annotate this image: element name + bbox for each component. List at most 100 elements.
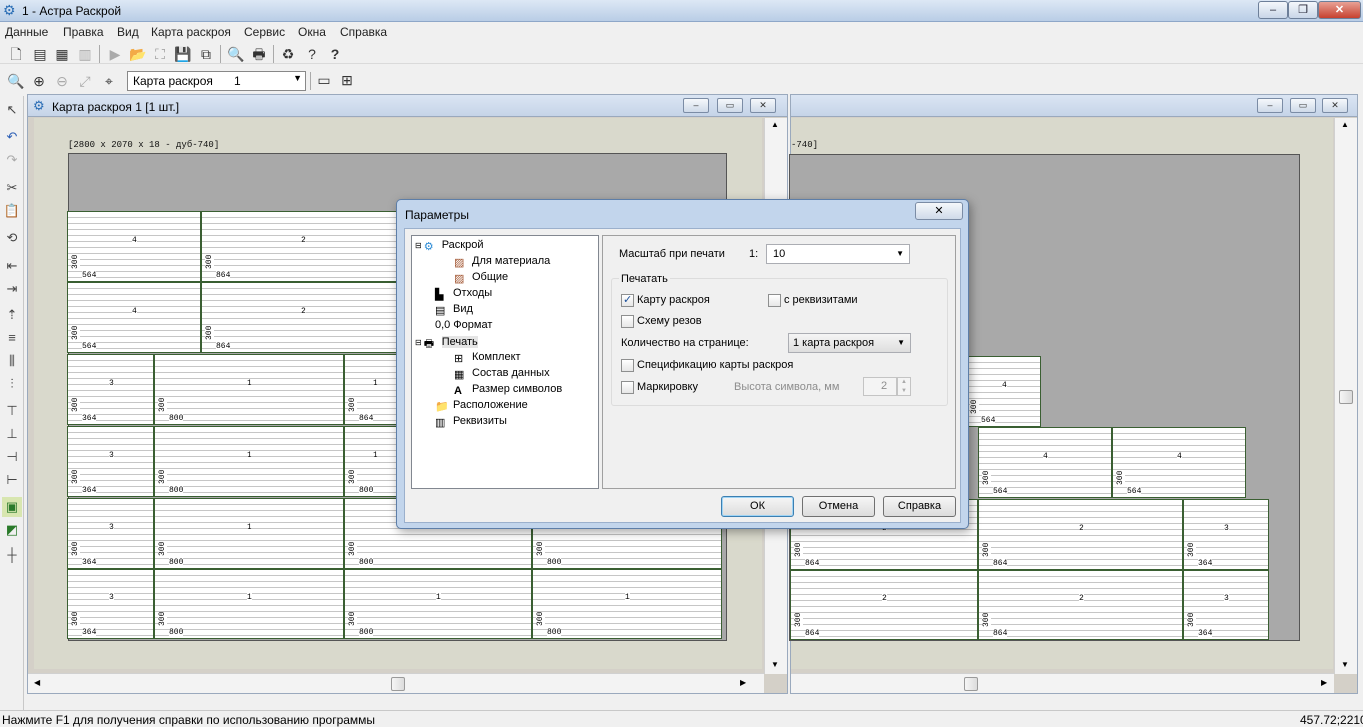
tree-item-view[interactable]: ▤ Вид: [435, 303, 473, 317]
marking-checkbox[interactable]: [621, 381, 634, 394]
tree-item-data-composition[interactable]: ▦ Состав данных: [454, 367, 550, 381]
stack-icon[interactable]: ≡: [2, 328, 22, 348]
new-file-icon[interactable]: 🗋: [6, 44, 26, 64]
cut-piece[interactable]: 4 300 564: [966, 356, 1041, 427]
rotate-icon[interactable]: ⟲: [2, 228, 22, 248]
image-icon[interactable]: ⛶: [150, 44, 170, 64]
tree-item-layout[interactable]: 📁 Расположение: [435, 399, 528, 413]
split-window-icon[interactable]: ⊞: [337, 70, 357, 90]
cut-map-select[interactable]: Карта раскроя 1 ▼: [127, 71, 306, 91]
with-requisites-checkbox[interactable]: [768, 294, 781, 307]
cut-scheme-checkbox[interactable]: [621, 315, 634, 328]
tree-item-requisites[interactable]: ▥ Реквизиты: [435, 415, 507, 429]
scroll-thumb[interactable]: [391, 677, 405, 691]
save-icon[interactable]: 💾: [173, 44, 193, 64]
dialog-close-button[interactable]: ✕: [915, 202, 963, 220]
cut-split-alt-icon[interactable]: ⊢: [2, 470, 22, 490]
tree-item-common[interactable]: ▨ Общие: [454, 271, 508, 285]
close-window-button[interactable]: ✕: [1318, 1, 1361, 19]
save-all-icon[interactable]: ⧉: [196, 44, 216, 64]
align-right-icon[interactable]: ⇥: [2, 279, 22, 299]
open-folder-icon[interactable]: 📂: [128, 44, 148, 64]
symbol-height-spinner[interactable]: ▲ ▼: [897, 377, 911, 396]
cancel-button[interactable]: Отмена: [802, 496, 875, 517]
print-scale-select[interactable]: 10 ▼: [766, 244, 910, 264]
cut-piece[interactable]: 3 300 364: [67, 498, 154, 569]
horizontal-scrollbar-1[interactable]: ◀ ▶: [28, 673, 764, 693]
cut-icon[interactable]: ✂: [2, 178, 22, 198]
run-icon[interactable]: ▶: [105, 44, 125, 64]
symbol-height-input[interactable]: 2: [863, 377, 897, 396]
tree-item-raskroy[interactable]: ⊟ ⚙ Раскрой: [415, 239, 484, 253]
per-page-select[interactable]: 1 карта раскроя ▼: [788, 333, 911, 353]
window-1-restore-button[interactable]: ▭: [717, 98, 743, 113]
tree-item-print[interactable]: ⊟ 🖶 Печать: [415, 335, 478, 350]
window-2-minimize-button[interactable]: ‒: [1257, 98, 1283, 113]
cut-piece[interactable]: 1 300800: [532, 569, 722, 639]
print-map-checkbox[interactable]: ✓: [621, 294, 634, 307]
cut-line-icon[interactable]: ⊤: [2, 401, 22, 421]
sheet-icon[interactable]: ▤: [30, 44, 50, 64]
cut-piece[interactable]: 2 300864: [978, 570, 1183, 640]
scroll-down-icon[interactable]: ▼: [1341, 660, 1349, 669]
horizontal-scrollbar-2[interactable]: ▶: [791, 673, 1334, 693]
cut-piece[interactable]: 2 300864: [790, 570, 978, 640]
app-gear-icon[interactable]: ⚙: [3, 3, 18, 18]
window-2-restore-button[interactable]: ▭: [1290, 98, 1316, 113]
zoom-out-icon[interactable]: ⊖: [52, 71, 72, 91]
tree-collapse-icon[interactable]: ⊟: [415, 338, 422, 347]
menu-view[interactable]: Вид: [117, 25, 139, 39]
undo-icon[interactable]: ↶: [2, 127, 22, 147]
dimension-icon[interactable]: ┼: [2, 545, 22, 565]
redo-icon[interactable]: ↷: [2, 150, 22, 170]
maximize-button[interactable]: ❐: [1288, 1, 1318, 19]
ok-button[interactable]: ОК: [721, 496, 794, 517]
layout-icon[interactable]: ▣: [2, 497, 22, 517]
scroll-right-icon[interactable]: ▶: [1321, 678, 1327, 687]
window-icon[interactable]: ▭: [314, 70, 334, 90]
cut-piece[interactable]: 2 300864: [201, 211, 405, 282]
scroll-right-icon[interactable]: ▶: [740, 678, 746, 687]
stack-up-icon[interactable]: ⇡: [2, 305, 22, 325]
window-1-minimize-button[interactable]: ‒: [683, 98, 709, 113]
print-icon[interactable]: 🖶: [249, 44, 269, 64]
chevron-down-icon[interactable]: ▼: [293, 73, 302, 83]
cut-piece[interactable]: 3 300 364: [1183, 499, 1269, 570]
chevron-down-icon[interactable]: ▼: [897, 338, 905, 347]
grid-icon[interactable]: ▦: [52, 44, 72, 64]
tree-item-symbol-size[interactable]: A Размер символов: [454, 383, 562, 397]
tree-item-for-material[interactable]: ▨ Для материала: [454, 255, 550, 269]
print-preview-icon[interactable]: 🔍: [226, 44, 246, 64]
menu-windows[interactable]: Окна: [298, 25, 326, 39]
tree-item-set[interactable]: ⊞ Комплект: [454, 351, 521, 365]
scroll-up-icon[interactable]: ▲: [771, 120, 779, 129]
chevron-down-icon[interactable]: ▼: [896, 249, 904, 258]
pointer-icon[interactable]: ↖: [2, 100, 22, 120]
distribute-alt-icon[interactable]: ⫶: [2, 374, 22, 394]
cut-piece[interactable]: 4 300 564: [67, 282, 201, 353]
cut-piece[interactable]: 2 300864: [978, 499, 1183, 570]
cut-piece[interactable]: 3 300 364: [67, 354, 154, 425]
cut-line-bottom-icon[interactable]: ⊥: [2, 424, 22, 444]
zoom-window-icon[interactable]: ⌖: [99, 71, 119, 91]
tree-collapse-icon[interactable]: ⊟: [415, 241, 422, 250]
cut-piece[interactable]: 4 300 564: [67, 211, 201, 282]
cut-piece[interactable]: 1 300800: [154, 354, 344, 425]
menu-edit[interactable]: Правка: [63, 25, 104, 39]
paste-icon[interactable]: 📋: [2, 201, 22, 221]
scroll-thumb[interactable]: [1339, 390, 1353, 404]
cut-piece[interactable]: 2 300864: [201, 282, 405, 353]
menu-service[interactable]: Сервис: [244, 25, 285, 39]
scroll-thumb[interactable]: [964, 677, 978, 691]
cut-piece[interactable]: 3 300 364: [67, 569, 154, 639]
context-help-icon[interactable]: ?: [325, 44, 345, 64]
menu-cut-map[interactable]: Карта раскроя: [151, 25, 231, 39]
tree-item-waste[interactable]: ▙ Отходы: [435, 287, 492, 301]
scroll-left-icon[interactable]: ◀: [34, 678, 40, 687]
cut-piece[interactable]: 3 300 364: [1183, 570, 1269, 640]
layout-edit-icon[interactable]: ◩: [2, 520, 22, 540]
cut-piece[interactable]: 3 300 364: [67, 426, 154, 497]
cut-split-icon[interactable]: ⊣: [2, 447, 22, 467]
window-1-close-button[interactable]: ✕: [750, 98, 776, 113]
layers-icon[interactable]: ▥: [75, 44, 95, 64]
